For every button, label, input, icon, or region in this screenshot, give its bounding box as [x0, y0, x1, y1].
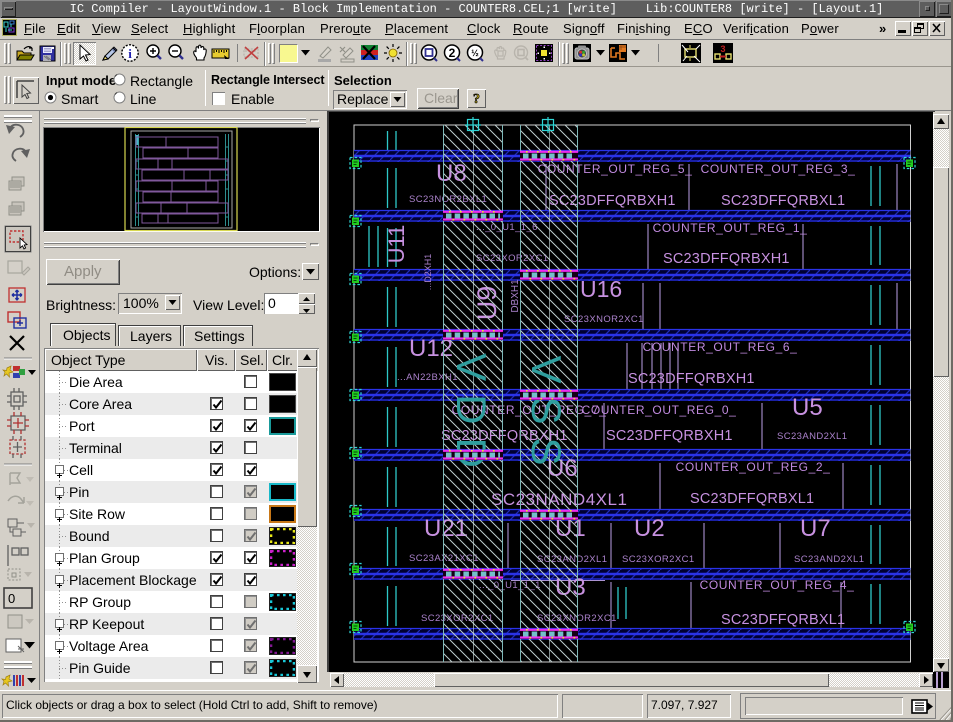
svg-text:i: i	[128, 46, 132, 61]
svg-text:COUNTER_OUT_REG_4_: COUNTER_OUT_REG_4_	[700, 578, 855, 592]
svg-text:VDD: VDD	[448, 353, 495, 481]
svg-text:U5: U5	[792, 394, 823, 421]
svg-text:?: ?	[473, 92, 480, 107]
svg-text:COUNTER_OUT_REG_1_: COUNTER_OUT_REG_1_	[653, 221, 808, 235]
svg-text:COUNTER_OUT_REG_6_: COUNTER_OUT_REG_6_	[643, 340, 798, 354]
svg-text:SC23DFFQRBXH1: SC23DFFQRBXH1	[606, 428, 733, 444]
svg-text:½: ½	[471, 48, 479, 58]
svg-text:COUNTER_OUT_REG_0_: COUNTER_OUT_REG_0_	[582, 403, 737, 417]
svg-text:2: 2	[449, 46, 456, 60]
svg-text:SC23AND2XL1: SC23AND2XL1	[794, 554, 864, 565]
svg-text:U11: U11	[384, 225, 409, 264]
svg-text:COUNTER_OUT_REG_2_: COUNTER_OUT_REG_2_	[676, 460, 831, 474]
svg-text:DBXH1: DBXH1	[510, 279, 521, 313]
svg-text:3: 3	[720, 44, 725, 54]
svg-text:SC23DFFQRBXL1: SC23DFFQRBXL1	[721, 193, 845, 209]
svg-text:COUNTER_OUT_REG_3_: COUNTER_OUT_REG_3_	[701, 162, 856, 176]
svg-text:U7: U7	[800, 515, 831, 542]
svg-text:SC23DFFQRBXL1: SC23DFFQRBXL1	[690, 491, 814, 507]
svg-text:SC23DFFQRBXH1: SC23DFFQRBXH1	[628, 371, 755, 387]
svg-text:U2: U2	[634, 515, 665, 542]
svg-text:SC23DFFQRBXH1: SC23DFFQRBXH1	[663, 251, 790, 267]
svg-text:0: 0	[8, 591, 15, 606]
svg-text:SC23DFFQRBXL1: SC23DFFQRBXL1	[721, 612, 845, 628]
svg-text:...D2XH1: ...D2XH1	[423, 254, 433, 291]
svg-text:SC23AND2XL1: SC23AND2XL1	[777, 431, 847, 442]
svg-text:SC23XOR2XC1: SC23XOR2XC1	[622, 554, 695, 565]
svg-text:VSS: VSS	[523, 355, 570, 478]
svg-text:U16: U16	[580, 276, 622, 302]
